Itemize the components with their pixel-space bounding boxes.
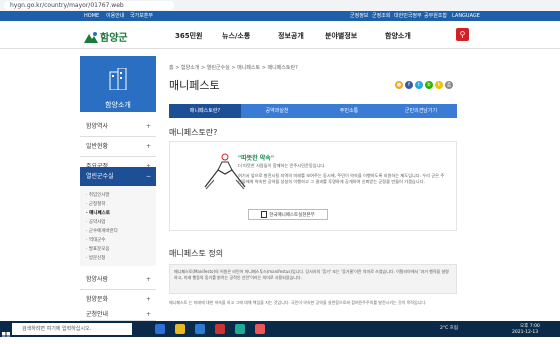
taskview-icon[interactable] (155, 324, 165, 334)
windows-taskbar: 검색하려면 여기에 입력하십시오. 2°C 흐림 오후 7:00 2021-12… (0, 321, 560, 340)
document-icon (261, 211, 268, 218)
sidebar-item-history[interactable]: 함양역사 + (80, 117, 156, 137)
sidebar-banner: 함양소개 (80, 56, 156, 112)
submenu-item[interactable]: · 군정철학 (86, 201, 105, 207)
sidebar-item-culture[interactable]: 함양문화 + (80, 290, 156, 310)
sidebar-item-status[interactable]: 일반현황 + (80, 137, 156, 157)
utility-link[interactable]: 공무원조합 (424, 11, 447, 21)
menu-about[interactable]: 함양소개 (385, 31, 411, 41)
taskbar-search[interactable]: 검색하려면 여기에 입력하십시오. (12, 323, 132, 335)
tab-opinion[interactable]: 군민의견남기기 (385, 104, 457, 118)
facebook-icon[interactable]: f (405, 81, 413, 89)
weather-status: 2°C 흐림 (440, 326, 458, 331)
button-label: 한국매니페스토실천본부 (269, 213, 315, 218)
guide-link[interactable]: 이용안내 (106, 11, 124, 21)
definition-paragraph: 매니페스토 는 미래에 대한 약속을 하고 그에 대해 책임을 지는 것입니다.… (169, 300, 427, 305)
tab-communication[interactable]: 주민소통 (313, 104, 385, 118)
submenu-item-current[interactable]: · 매니페스토 (86, 210, 110, 216)
building-icon (108, 67, 128, 91)
share-icon[interactable]: ● (395, 81, 403, 89)
quote-heading: "따뜻한 약속" (238, 155, 274, 162)
sidebar-item-label: 일반현황 (86, 143, 109, 150)
logo-icon (84, 28, 98, 43)
sidebar-item-label: 열린군수실 (86, 173, 114, 180)
sidebar-submenu: · 취임인사말 · 군정철학 · 매니페스토 · 공약사업 · 군수에게바란다 … (80, 186, 156, 266)
sidebar-item-label: 함양역사 (86, 123, 109, 130)
app-icon[interactable] (255, 324, 265, 334)
sidebar-item-label: 함양사람 (86, 276, 109, 283)
breadcrumb: 홈 > 함양소개 > 열린군수실 > 매니페스토 > 매니페스토란? (169, 65, 298, 71)
tab-pledges[interactable]: 공약과실천 (241, 104, 313, 118)
submenu-item[interactable]: · 군수에게바란다 (86, 228, 118, 234)
sidebar-item-label: 함양문화 (86, 296, 109, 303)
clock-time: 오후 7:00 (520, 324, 540, 329)
app-icon[interactable] (235, 324, 245, 334)
twitter-icon[interactable]: t (415, 81, 423, 89)
veteran-link[interactable]: 국가보훈부 (130, 11, 153, 21)
tab-bar: 매니페스토란? 공약과실천 주민소통 군민의견남기기 (169, 104, 457, 118)
print-icon[interactable]: ⎙ (445, 81, 453, 89)
submenu-item[interactable]: · 역대군수 (86, 237, 105, 243)
section-title: 매니페스토란? (169, 128, 218, 137)
home-link[interactable]: HOME (84, 11, 99, 21)
submenu-item[interactable]: · 발표문모음 (86, 246, 110, 252)
search-icon: ⚲ (459, 30, 466, 39)
site-logo[interactable]: 함양군 (100, 29, 128, 44)
edge-icon[interactable] (195, 324, 205, 334)
plus-icon: + (145, 143, 151, 150)
plus-icon: + (145, 296, 151, 303)
menu-field[interactable]: 분야별정보 (325, 31, 357, 41)
sidebar-title: 함양소개 (105, 101, 131, 109)
submenu-item[interactable]: · 방문신청 (86, 255, 105, 261)
clock-date: 2021-12-13 (512, 330, 539, 335)
tab-manifesto[interactable]: 매니페스토란? (169, 104, 241, 118)
manifesto-link-button[interactable]: 한국매니페스토실천본부 (248, 209, 328, 220)
utility-link[interactable]: 군정조회 (372, 11, 390, 21)
menu-info[interactable]: 정보공개 (278, 31, 304, 41)
menu-civil[interactable]: 365민원 (175, 31, 203, 41)
top-utility-nav: HOME 이용안내 국가보훈부 군정정보 군정조회 대한민국정부 공무원조합 L… (0, 11, 560, 21)
windows-start-icon[interactable] (2, 325, 10, 340)
plus-icon: + (145, 311, 151, 318)
section-title: 매니페스토 정의 (169, 249, 224, 258)
page-title: 매니페스토 (169, 79, 220, 92)
blog-icon[interactable]: b (425, 81, 433, 89)
utility-link[interactable]: 대한민국정부 (394, 11, 422, 21)
sidebar-item-mayor[interactable]: 열린군수실 − (80, 167, 156, 187)
definition-text: 매니페스토(Manifesto)의 어원은 라틴어 마니페스투스(manifes… (174, 269, 449, 280)
kakao-icon[interactable]: k (435, 81, 443, 89)
sidebar-item-office[interactable]: 군청안내 + (80, 308, 156, 321)
quote-body: 여기서 앞으로 발전시킬 지역의 미래를 보여주는 동시에, 주민이 약속을 이… (238, 173, 445, 184)
app-icon[interactable] (215, 324, 225, 334)
menu-news[interactable]: 뉴스/소통 (222, 31, 250, 41)
quote-subheading: 더 따뜻한 사람들이 함께하는 민주시민운동입니다. (238, 163, 326, 168)
language-select[interactable]: LANGUAGE (452, 11, 480, 21)
sidebar-item-people[interactable]: 함양사람 + (80, 270, 156, 290)
submenu-item[interactable]: · 취임인사말 (86, 192, 110, 198)
sidebar-item-label: 군청안내 (86, 311, 109, 318)
url-field[interactable]: hygn.go.kr/country/mayor/01767.web (4, 1, 174, 10)
submenu-item[interactable]: · 공약사업 (86, 219, 105, 225)
search-button[interactable]: ⚲ (456, 28, 469, 41)
folder-icon[interactable] (175, 324, 185, 334)
plus-icon: + (145, 276, 151, 283)
minus-icon: − (145, 173, 151, 180)
plus-icon: + (145, 123, 151, 130)
definition-box: 매니페스토(Manifesto)의 어원은 라틴어 마니페스투스(manifes… (169, 264, 457, 294)
utility-link[interactable]: 군정정보 (350, 11, 368, 21)
site-header: 함양군 365민원 뉴스/소통 정보공개 분야별정보 함양소개 ⚲ (0, 21, 560, 49)
